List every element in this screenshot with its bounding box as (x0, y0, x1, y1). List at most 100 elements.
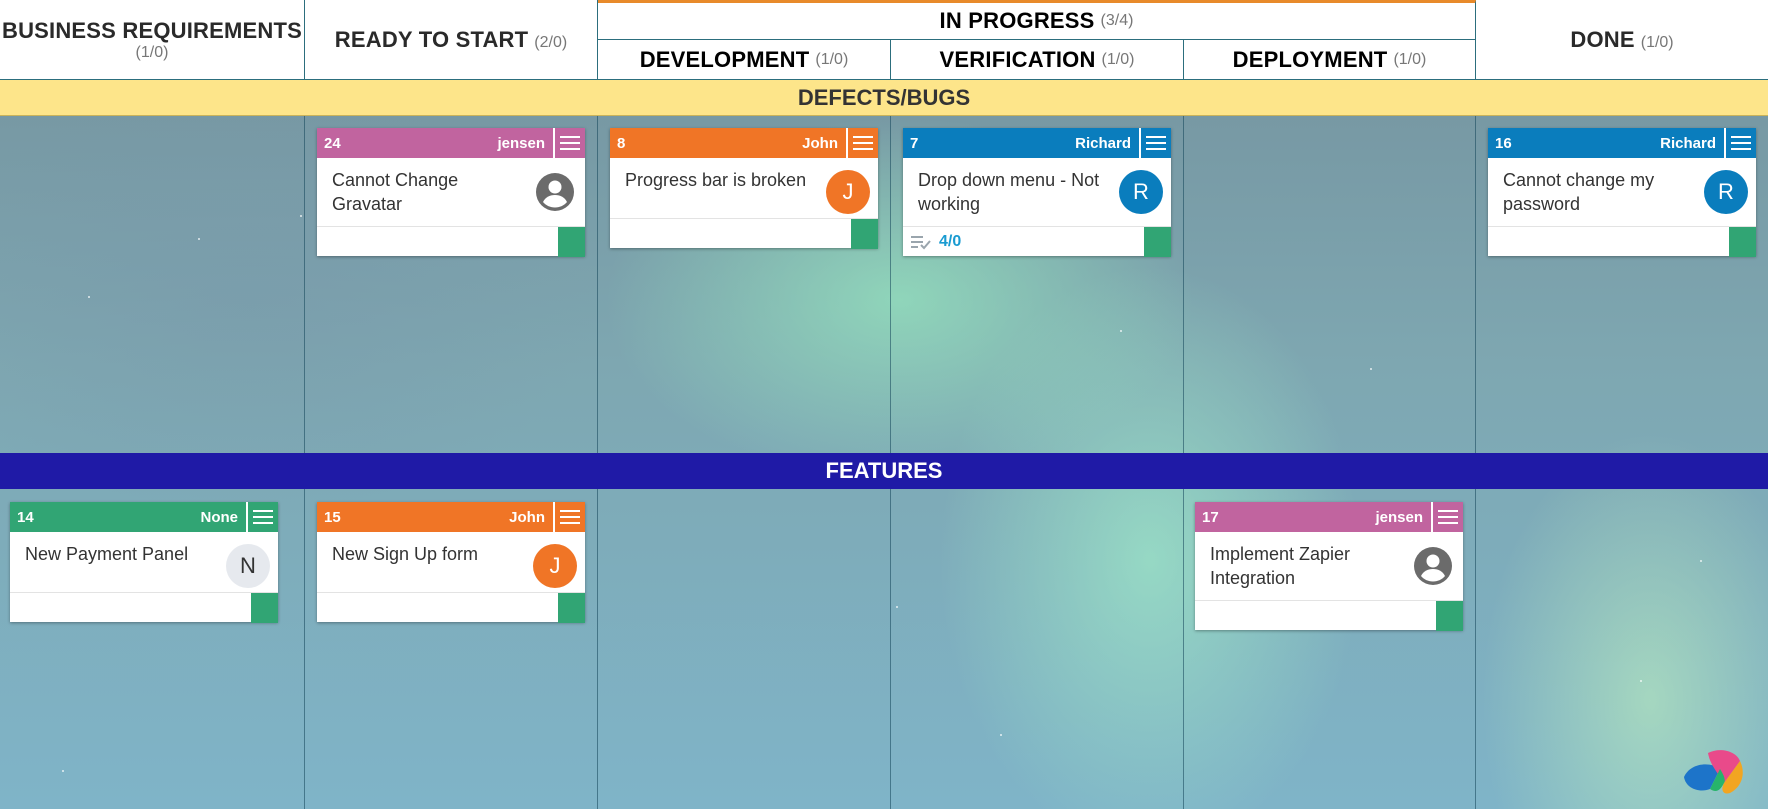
star-decoration (300, 215, 302, 217)
task-card[interactable]: 14 None New Payment Panel N (10, 502, 278, 623)
star-decoration (1700, 560, 1702, 562)
card-header: 15 John (317, 502, 585, 532)
card-id: 14 (17, 508, 34, 526)
column-title-row: READY TO START (2/0) (335, 27, 567, 53)
card-owner: jensen (497, 134, 545, 152)
task-card[interactable]: 16 Richard Cannot change my password R (1488, 128, 1756, 257)
column-divider (1183, 80, 1184, 809)
card-id: 17 (1202, 508, 1219, 526)
column-header-deployment[interactable]: DEPLOYMENT (1/0) (1184, 40, 1476, 80)
card-footer: 4/0 (903, 226, 1171, 257)
card-status-flag[interactable] (558, 593, 585, 623)
kanban-board (0, 0, 1768, 809)
column-count: (1/0) (1640, 34, 1674, 51)
star-decoration (198, 238, 200, 240)
task-card[interactable]: 7 Richard Drop down menu - Not working R… (903, 128, 1171, 257)
card-header: 14 None (10, 502, 278, 532)
card-status-flag[interactable] (1436, 601, 1463, 631)
card-menu-icon[interactable] (1139, 128, 1171, 158)
card-footer (1195, 600, 1463, 631)
checklist-count: 4/0 (939, 232, 962, 250)
card-header: 8 John (610, 128, 878, 158)
card-menu-icon[interactable] (553, 502, 585, 532)
column-header-in-progress[interactable]: IN PROGRESS (3/4) (598, 0, 1476, 40)
card-id: 16 (1495, 134, 1512, 152)
avatar[interactable]: R (1704, 170, 1748, 214)
column-title: DEPLOYMENT (1232, 47, 1388, 72)
card-owner: None (200, 508, 239, 526)
avatar[interactable]: J (533, 544, 577, 588)
card-id: 7 (910, 134, 919, 152)
card-title: Drop down menu - Not working (918, 170, 1100, 214)
task-card[interactable]: 15 John New Sign Up form J (317, 502, 585, 623)
card-status-flag[interactable] (558, 227, 585, 257)
column-divider (597, 80, 598, 809)
avatar[interactable]: J (826, 170, 870, 214)
swimlane-title: DEFECTS/BUGS (797, 84, 971, 110)
swimlane-features[interactable]: FEATURES (0, 453, 1768, 489)
card-body: Drop down menu - Not working R (903, 158, 1171, 226)
checklist-icon (911, 235, 931, 249)
card-id: 15 (324, 508, 341, 526)
card-menu-icon[interactable] (1724, 128, 1756, 158)
column-header-done[interactable]: DONE (1/0) (1476, 0, 1768, 80)
column-title: IN PROGRESS (939, 8, 1095, 33)
column-header-ready-to-start[interactable]: READY TO START (2/0) (305, 0, 598, 80)
star-decoration (1640, 680, 1642, 682)
card-title: Implement Zapier Integration (1210, 544, 1351, 588)
card-owner: Richard (1075, 134, 1131, 152)
card-owner: Richard (1660, 134, 1716, 152)
task-card[interactable]: 8 John Progress bar is broken J (610, 128, 878, 249)
column-count: (1/0) (815, 51, 849, 68)
card-header: 7 Richard (903, 128, 1171, 158)
column-divider (890, 80, 891, 809)
card-status-flag[interactable] (251, 593, 278, 623)
column-count: (1/0) (135, 44, 169, 61)
column-count: (1/0) (1101, 51, 1135, 68)
card-menu-icon[interactable] (553, 128, 585, 158)
card-menu-icon[interactable] (1431, 502, 1463, 532)
user-icon[interactable] (533, 170, 577, 214)
card-status-flag[interactable] (1729, 227, 1756, 257)
card-header: 24 jensen (317, 128, 585, 158)
column-title: VERIFICATION (939, 47, 1096, 72)
card-status-flag[interactable] (851, 219, 878, 249)
card-header: 17 jensen (1195, 502, 1463, 532)
user-icon[interactable] (1411, 544, 1455, 588)
card-body: Cannot change my password R (1488, 158, 1756, 226)
card-header: 16 Richard (1488, 128, 1756, 158)
card-body: New Payment Panel N (10, 532, 278, 592)
card-body: Progress bar is broken J (610, 158, 878, 218)
card-title: Progress bar is broken (625, 170, 807, 190)
card-title: New Sign Up form (332, 544, 479, 564)
card-menu-icon[interactable] (846, 128, 878, 158)
card-title: Cannot change my password (1503, 170, 1655, 214)
column-header-development[interactable]: DEVELOPMENT (1/0) (598, 40, 891, 80)
task-card[interactable]: 24 jensen Cannot Change Gravatar (317, 128, 585, 257)
card-owner: John (509, 508, 545, 526)
column-divider (304, 80, 305, 809)
column-title: READY TO START (334, 27, 529, 52)
column-count: (3/4) (1100, 12, 1134, 29)
column-divider (1475, 80, 1476, 809)
app-logo-icon (1684, 750, 1743, 794)
swimlane-defects-bugs[interactable]: DEFECTS/BUGS (0, 80, 1768, 116)
column-title: DEVELOPMENT (639, 47, 810, 72)
task-card[interactable]: 17 jensen Implement Zapier Integration (1195, 502, 1463, 631)
card-body: New Sign Up form J (317, 532, 585, 592)
card-title: Cannot Change Gravatar (332, 170, 459, 214)
checklist-indicator[interactable]: 4/0 (911, 233, 961, 251)
avatar[interactable]: R (1119, 170, 1163, 214)
star-decoration (1370, 368, 1372, 370)
card-owner: jensen (1375, 508, 1423, 526)
card-footer (1488, 226, 1756, 257)
card-menu-icon[interactable] (246, 502, 278, 532)
column-header-verification[interactable]: VERIFICATION (1/0) (891, 40, 1184, 80)
column-title: BUSINESS REQUIREMENTS (1, 18, 303, 43)
star-decoration (1000, 734, 1002, 736)
avatar[interactable]: N (226, 544, 270, 588)
star-decoration (62, 770, 64, 772)
card-status-flag[interactable] (1144, 227, 1171, 257)
card-footer (610, 218, 878, 249)
column-header-business-requirements[interactable]: BUSINESS REQUIREMENTS (1/0) (0, 0, 305, 80)
